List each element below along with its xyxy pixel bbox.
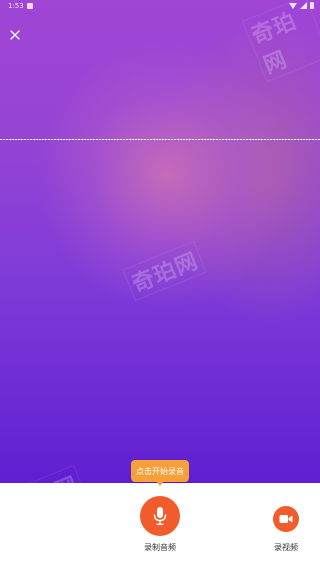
recorder-screen: 1:53 奇珀网 奇珀网 奇珀网 点击开始录音 录制音频 — [0, 0, 320, 569]
record-video-button[interactable]: 录视频 — [262, 504, 310, 560]
record-audio-button[interactable]: 录制音频 — [120, 494, 200, 558]
status-icons — [289, 2, 314, 9]
battery-icon — [310, 2, 314, 9]
record-video-circle[interactable] — [273, 506, 299, 532]
record-audio-label: 录制音频 — [144, 543, 176, 552]
close-button[interactable] — [6, 26, 24, 44]
status-time: 1:53 — [8, 2, 24, 10]
close-icon — [10, 30, 20, 40]
notification-icon — [27, 3, 33, 9]
signal-icon — [300, 2, 307, 9]
record-video-label: 录视频 — [274, 543, 298, 552]
microphone-icon — [153, 507, 167, 525]
camera-preview-background — [0, 0, 320, 483]
video-camera-icon — [279, 515, 293, 523]
record-audio-circle[interactable] — [140, 496, 180, 536]
scan-line — [0, 139, 320, 140]
tooltip-arrow — [156, 481, 164, 486]
status-bar: 1:53 — [0, 0, 320, 14]
start-recording-tooltip: 点击开始录音 — [131, 460, 189, 482]
wifi-icon — [289, 2, 297, 9]
